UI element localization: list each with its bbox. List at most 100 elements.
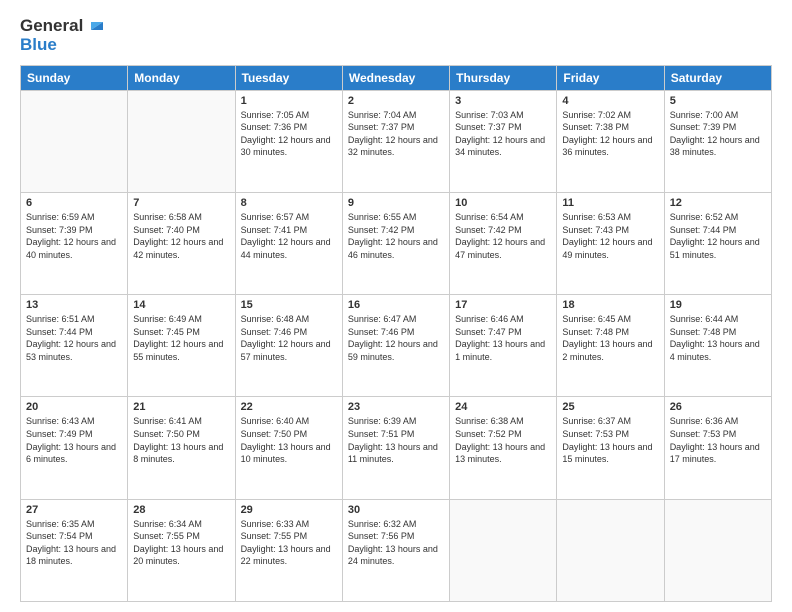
day-number: 15 [241,299,337,311]
day-number: 18 [562,299,658,311]
calendar-cell: 18 Sunrise: 6:45 AMSunset: 7:48 PMDayligh… [557,295,664,397]
cell-info: Sunrise: 6:52 AMSunset: 7:44 PMDaylight:… [670,211,766,261]
cell-info: Sunrise: 6:55 AMSunset: 7:42 PMDaylight:… [348,211,444,261]
calendar-cell: 15 Sunrise: 6:48 AMSunset: 7:46 PMDayligh… [235,295,342,397]
calendar-cell: 16 Sunrise: 6:47 AMSunset: 7:46 PMDayligh… [342,295,449,397]
day-number: 8 [241,197,337,209]
cell-info: Sunrise: 6:51 AMSunset: 7:44 PMDaylight:… [26,313,122,363]
calendar-cell: 11Sunrise: 6:53 AMSunset: 7:43 PMDayligh… [557,192,664,294]
week-row-4: 27Sunrise: 6:35 AMSunset: 7:54 PMDayligh… [21,499,772,601]
cell-info: Sunrise: 6:57 AMSunset: 7:41 PMDaylight:… [241,211,337,261]
calendar-cell: 7 Sunrise: 6:58 AMSunset: 7:40 PMDaylight… [128,192,235,294]
calendar-cell: 10 Sunrise: 6:54 AMSunset: 7:42 PMDayligh… [450,192,557,294]
day-number: 5 [670,95,766,107]
calendar-cell: 21 Sunrise: 6:41 AMSunset: 7:50 PMDayligh… [128,397,235,499]
header: General Blue [20,16,772,55]
calendar-cell: 14Sunrise: 6:49 AMSunset: 7:45 PMDayligh… [128,295,235,397]
logo: General Blue [20,16,107,55]
cell-info: Sunrise: 6:59 AMSunset: 7:39 PMDaylight:… [26,211,122,261]
cell-info: Sunrise: 6:45 AMSunset: 7:48 PMDaylight:… [562,313,658,363]
calendar-cell: 26 Sunrise: 6:36 AMSunset: 7:53 PMDayligh… [664,397,771,499]
cell-info: Sunrise: 6:48 AMSunset: 7:46 PMDaylight:… [241,313,337,363]
day-number: 28 [133,504,229,516]
day-header-monday: Monday [128,65,235,90]
cell-info: Sunrise: 6:37 AMSunset: 7:53 PMDaylight:… [562,415,658,465]
day-number: 16 [348,299,444,311]
day-number: 7 [133,197,229,209]
logo-icon [85,14,107,36]
calendar-body: 1Sunrise: 7:05 AMSunset: 7:36 PMDaylight… [21,90,772,601]
calendar-cell: 2 Sunrise: 7:04 AMSunset: 7:37 PMDaylight… [342,90,449,192]
calendar-cell: 1Sunrise: 7:05 AMSunset: 7:36 PMDaylight… [235,90,342,192]
logo-general: General [20,17,83,36]
calendar-cell [557,499,664,601]
day-number: 29 [241,504,337,516]
cell-info: Sunrise: 7:02 AMSunset: 7:38 PMDaylight:… [562,109,658,159]
calendar-cell: 17 Sunrise: 6:46 AMSunset: 7:47 PMDayligh… [450,295,557,397]
day-number: 13 [26,299,122,311]
day-number: 9 [348,197,444,209]
calendar-cell [450,499,557,601]
day-number: 2 [348,95,444,107]
day-number: 21 [133,401,229,413]
calendar-cell: 27Sunrise: 6:35 AMSunset: 7:54 PMDayligh… [21,499,128,601]
day-number: 22 [241,401,337,413]
calendar-cell [21,90,128,192]
week-row-2: 13 Sunrise: 6:51 AMSunset: 7:44 PMDayligh… [21,295,772,397]
day-header-sunday: Sunday [21,65,128,90]
calendar-cell: 5 Sunrise: 7:00 AMSunset: 7:39 PMDaylight… [664,90,771,192]
calendar-cell [664,499,771,601]
cell-info: Sunrise: 7:04 AMSunset: 7:37 PMDaylight:… [348,109,444,159]
cell-info: Sunrise: 6:44 AMSunset: 7:48 PMDaylight:… [670,313,766,363]
day-number: 24 [455,401,551,413]
cell-info: Sunrise: 6:36 AMSunset: 7:53 PMDaylight:… [670,415,766,465]
day-number: 26 [670,401,766,413]
day-number: 20 [26,401,122,413]
day-number: 30 [348,504,444,516]
calendar-cell [128,90,235,192]
day-number: 1 [241,95,337,107]
week-row-0: 1Sunrise: 7:05 AMSunset: 7:36 PMDaylight… [21,90,772,192]
header-row: SundayMondayTuesdayWednesdayThursdayFrid… [21,65,772,90]
cell-info: Sunrise: 6:39 AMSunset: 7:51 PMDaylight:… [348,415,444,465]
cell-info: Sunrise: 6:54 AMSunset: 7:42 PMDaylight:… [455,211,551,261]
day-header-tuesday: Tuesday [235,65,342,90]
calendar-cell: 29 Sunrise: 6:33 AMSunset: 7:55 PMDayligh… [235,499,342,601]
day-number: 12 [670,197,766,209]
day-number: 17 [455,299,551,311]
calendar-cell: 13 Sunrise: 6:51 AMSunset: 7:44 PMDayligh… [21,295,128,397]
cell-info: Sunrise: 6:34 AMSunset: 7:55 PMDaylight:… [133,518,229,568]
calendar-cell: 30Sunrise: 6:32 AMSunset: 7:56 PMDayligh… [342,499,449,601]
calendar-cell: 4Sunrise: 7:02 AMSunset: 7:38 PMDaylight… [557,90,664,192]
cell-info: Sunrise: 6:43 AMSunset: 7:49 PMDaylight:… [26,415,122,465]
cell-info: Sunrise: 7:00 AMSunset: 7:39 PMDaylight:… [670,109,766,159]
day-number: 6 [26,197,122,209]
calendar-cell: 19 Sunrise: 6:44 AMSunset: 7:48 PMDayligh… [664,295,771,397]
week-row-3: 20 Sunrise: 6:43 AMSunset: 7:49 PMDayligh… [21,397,772,499]
cell-info: Sunrise: 6:33 AMSunset: 7:55 PMDaylight:… [241,518,337,568]
calendar-cell: 25 Sunrise: 6:37 AMSunset: 7:53 PMDayligh… [557,397,664,499]
logo-blue: Blue [20,36,107,55]
calendar-cell: 22 Sunrise: 6:40 AMSunset: 7:50 PMDayligh… [235,397,342,499]
calendar-cell: 24 Sunrise: 6:38 AMSunset: 7:52 PMDayligh… [450,397,557,499]
cell-info: Sunrise: 6:35 AMSunset: 7:54 PMDaylight:… [26,518,122,568]
calendar-cell: 12 Sunrise: 6:52 AMSunset: 7:44 PMDayligh… [664,192,771,294]
day-number: 23 [348,401,444,413]
day-number: 10 [455,197,551,209]
cell-info: Sunrise: 6:47 AMSunset: 7:46 PMDaylight:… [348,313,444,363]
cell-info: Sunrise: 6:53 AMSunset: 7:43 PMDaylight:… [562,211,658,261]
page: General Blue SundayMondayTuesdayWednesda… [0,0,792,612]
day-number: 25 [562,401,658,413]
cell-info: Sunrise: 6:41 AMSunset: 7:50 PMDaylight:… [133,415,229,465]
calendar-cell: 20 Sunrise: 6:43 AMSunset: 7:49 PMDayligh… [21,397,128,499]
day-number: 19 [670,299,766,311]
cell-info: Sunrise: 6:38 AMSunset: 7:52 PMDaylight:… [455,415,551,465]
calendar-cell: 3Sunrise: 7:03 AMSunset: 7:37 PMDaylight… [450,90,557,192]
cell-info: Sunrise: 6:58 AMSunset: 7:40 PMDaylight:… [133,211,229,261]
cell-info: Sunrise: 6:46 AMSunset: 7:47 PMDaylight:… [455,313,551,363]
day-header-friday: Friday [557,65,664,90]
cell-info: Sunrise: 7:03 AMSunset: 7:37 PMDaylight:… [455,109,551,159]
cell-info: Sunrise: 6:40 AMSunset: 7:50 PMDaylight:… [241,415,337,465]
day-header-thursday: Thursday [450,65,557,90]
cell-info: Sunrise: 6:49 AMSunset: 7:45 PMDaylight:… [133,313,229,363]
